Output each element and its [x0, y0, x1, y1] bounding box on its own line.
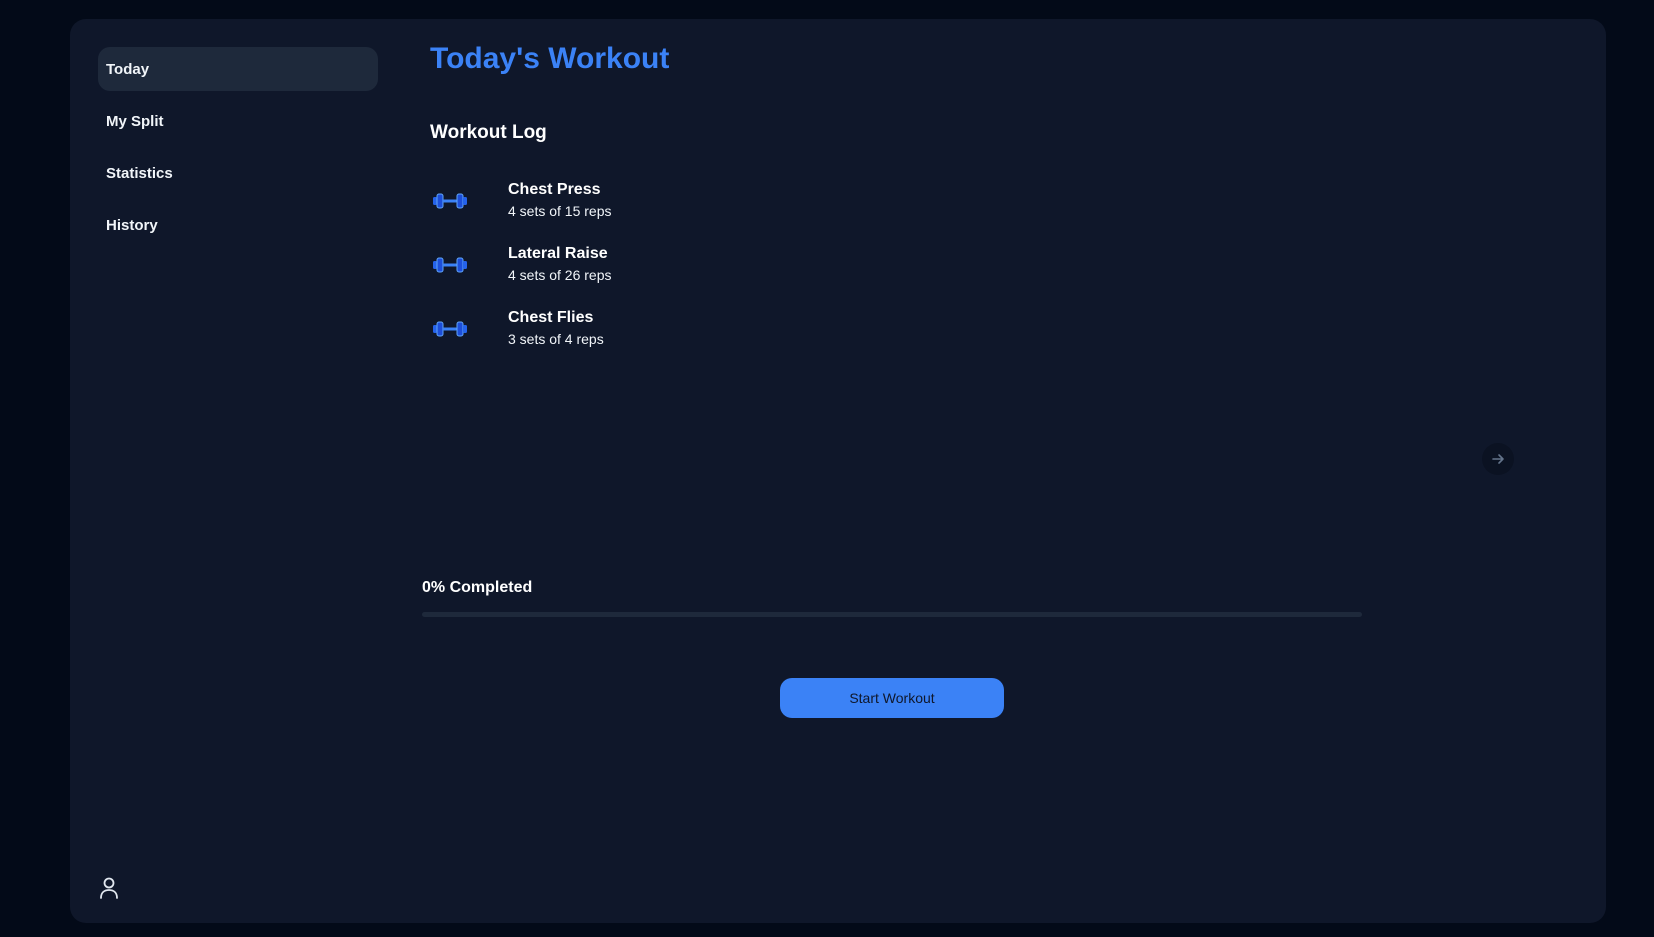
- exercise-detail: 3 sets of 4 reps: [508, 331, 604, 347]
- sidebar-item-label: My Split: [106, 112, 164, 130]
- exercise-detail: 4 sets of 26 reps: [508, 267, 612, 283]
- next-button[interactable]: [1482, 443, 1514, 475]
- exercise-name: Chest Flies: [508, 309, 594, 326]
- dumbbell-icon: [430, 245, 508, 285]
- start-workout-button[interactable]: Start Workout: [780, 678, 1004, 718]
- exercise-item: Chest Flies 3 sets of 4 reps: [430, 297, 1030, 361]
- page-title: Today's Workout: [430, 42, 670, 75]
- exercise-name: Lateral Raise: [508, 245, 608, 262]
- sidebar-item-label: Today: [106, 60, 150, 78]
- exercise-item: Chest Press 4 sets of 15 reps: [430, 169, 1030, 233]
- sidebar: Today My Split Statistics History: [98, 47, 378, 255]
- profile-button[interactable]: [94, 873, 124, 903]
- progress-bar: [422, 612, 1362, 617]
- sidebar-item-today[interactable]: Today: [98, 47, 378, 91]
- exercise-item: Lateral Raise 4 sets of 26 reps: [430, 233, 1030, 297]
- user-icon: [100, 877, 118, 899]
- sidebar-item-my-split[interactable]: My Split: [98, 99, 378, 143]
- exercise-name: Chest Press: [508, 181, 601, 198]
- sidebar-item-statistics[interactable]: Statistics: [98, 151, 378, 195]
- sidebar-item-history[interactable]: History: [98, 203, 378, 247]
- exercise-list: Chest Press 4 sets of 15 reps Lateral Ra…: [430, 169, 1030, 361]
- exercise-detail: 4 sets of 15 reps: [508, 203, 612, 219]
- sidebar-item-label: History: [106, 216, 158, 234]
- workout-log-title: Workout Log: [430, 122, 547, 143]
- dumbbell-icon: [430, 181, 508, 221]
- sidebar-item-label: Statistics: [106, 164, 173, 182]
- arrow-right-icon: [1492, 454, 1504, 464]
- dumbbell-icon: [430, 309, 508, 349]
- progress-label: 0% Completed: [422, 579, 533, 596]
- app-panel: Today My Split Statistics History Today'…: [70, 19, 1606, 923]
- main-content: Today's Workout Workout Log Chest Press …: [422, 19, 1570, 923]
